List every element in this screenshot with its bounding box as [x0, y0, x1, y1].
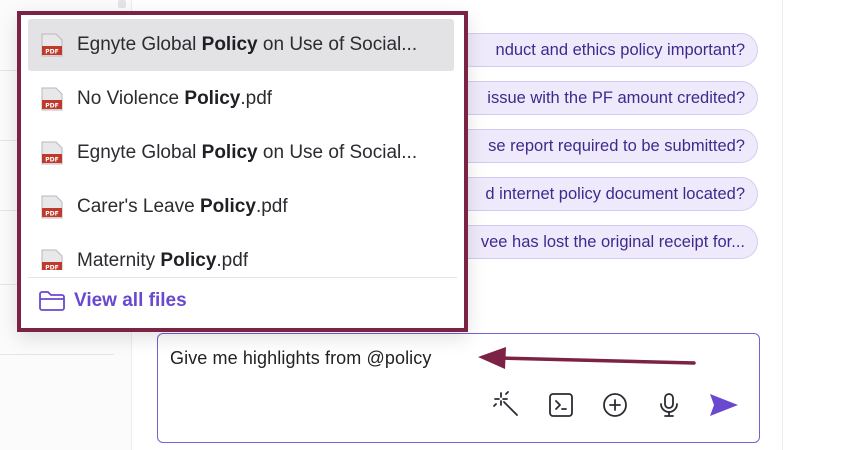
suggestion-text: issue with the PF amount credited?	[487, 88, 745, 107]
file-list: PDF Egnyte Global Policy on Use of Socia…	[21, 15, 464, 270]
pdf-file-icon: PDF	[41, 87, 63, 111]
file-list-item[interactable]: PDF Maternity Policy.pdf	[28, 235, 454, 270]
file-name: Egnyte Global Policy on Use of Social...	[77, 34, 418, 55]
folder-icon	[39, 291, 65, 311]
message-composer[interactable]: Give me highlights from @policy	[157, 333, 760, 443]
suggestion-text: vee has lost the original receipt for...	[480, 232, 745, 251]
microphone-icon[interactable]	[654, 390, 684, 420]
svg-text:PDF: PDF	[45, 265, 58, 271]
file-list-item[interactable]: PDF Egnyte Global Policy on Use of Socia…	[28, 19, 454, 71]
pdf-file-icon: PDF	[41, 249, 63, 270]
pdf-file-icon: PDF	[41, 33, 63, 57]
file-mention-dropdown: PDF Egnyte Global Policy on Use of Socia…	[17, 11, 468, 332]
suggestion-chip[interactable]: issue with the PF amount credited?	[446, 81, 758, 115]
file-list-item[interactable]: PDF No Violence Policy.pdf	[28, 73, 454, 125]
sidebar-divider	[0, 354, 114, 355]
svg-text:PDF: PDF	[45, 157, 58, 164]
suggestion-text: d internet policy document located?	[485, 184, 745, 203]
suggestion-chip[interactable]: se report required to be submitted?	[447, 129, 758, 163]
svg-text:PDF: PDF	[45, 49, 58, 56]
right-panel-border	[782, 0, 783, 450]
magic-wand-icon[interactable]	[492, 390, 522, 420]
terminal-icon[interactable]	[546, 390, 576, 420]
file-list-item[interactable]: PDF Carer's Leave Policy.pdf	[28, 181, 454, 233]
dropdown-divider	[28, 277, 457, 278]
suggestion-text: se report required to be submitted?	[488, 136, 745, 155]
suggestion-chip[interactable]: vee has lost the original receipt for...	[439, 225, 758, 259]
file-name: Carer's Leave Policy.pdf	[77, 196, 288, 217]
pdf-file-icon: PDF	[41, 195, 63, 219]
pdf-file-icon: PDF	[41, 141, 63, 165]
view-all-files-button[interactable]: View all files	[38, 289, 187, 313]
file-name: Egnyte Global Policy on Use of Social...	[77, 142, 418, 163]
file-name: Maternity Policy.pdf	[77, 250, 249, 270]
svg-text:PDF: PDF	[45, 211, 58, 218]
file-list-item[interactable]: PDF Egnyte Global Policy on Use of Socia…	[28, 127, 454, 179]
file-name: No Violence Policy.pdf	[77, 88, 273, 109]
send-icon[interactable]	[706, 390, 742, 420]
plus-circle-icon[interactable]	[600, 390, 630, 420]
suggestion-text: nduct and ethics policy important?	[495, 40, 745, 59]
composer-input-text[interactable]: Give me highlights from @policy	[170, 348, 431, 369]
sidebar-scroll-stub	[118, 0, 126, 8]
suggestion-chip[interactable]: d internet policy document located?	[444, 177, 758, 211]
view-all-files-label: View all files	[74, 290, 187, 311]
suggestion-chip[interactable]: nduct and ethics policy important?	[454, 33, 758, 67]
svg-text:PDF: PDF	[45, 103, 58, 110]
